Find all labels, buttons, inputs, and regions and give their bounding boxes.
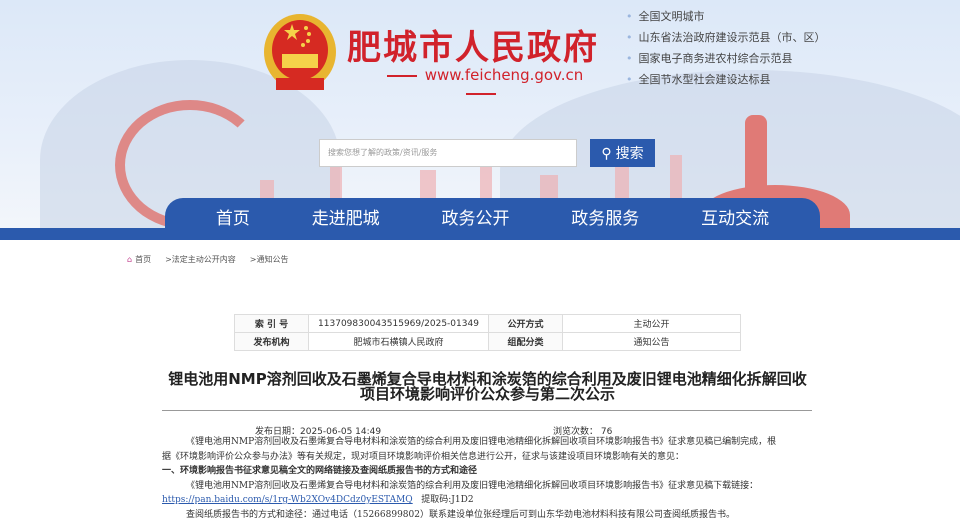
- nav-home[interactable]: 首页: [216, 198, 250, 240]
- breadcrumb-notices[interactable]: >通知公告: [250, 255, 289, 264]
- honor-item: 全国节水型社会建设达标县: [626, 72, 826, 93]
- title-line: 项目环境影响评价公众参与第二次公示: [359, 385, 615, 403]
- honor-item: 全国文明城市: [626, 9, 826, 30]
- search-button-label: 搜索: [615, 145, 644, 161]
- info-table: 索 引 号 11370983004351596​9/2025-01349 公开方…: [234, 314, 741, 351]
- search-icon: ⚲: [601, 145, 612, 161]
- title-divider: [162, 410, 812, 411]
- nav-government-affairs[interactable]: 政务公开: [441, 198, 509, 240]
- category-label: 组配分类: [488, 332, 563, 351]
- home-icon: ⌂: [127, 255, 133, 264]
- site-header: 肥城市人民政府 www.feicheng.gov.cn 全国文明城市 山东省法治…: [0, 0, 960, 240]
- site-title: 肥城市人民政府: [347, 28, 599, 68]
- article-title: 锂电池用NMP溶剂回收及石墨烯复合导电材料和涂炭箔的综合利用及废旧锂电池精细化拆…: [160, 372, 815, 402]
- index-value: 11370983004351596​9/2025-01349: [308, 314, 489, 333]
- article-body: 《锂电池用NMP溶剂回收及石墨烯复合导电材料和涂炭箔的综合利用及废旧锂电池精细化…: [162, 435, 822, 522]
- site-url: www.feicheng.gov.cn: [356, 66, 606, 102]
- breadcrumb-public-content[interactable]: >法定主动公开内容: [165, 255, 236, 264]
- index-label: 索 引 号: [234, 314, 309, 333]
- honor-item: 山东省法治政府建设示范县（市、区）: [626, 30, 826, 51]
- publisher-label: 发布机构: [234, 332, 309, 351]
- honor-item: 国家电子商务进农村综合示范县: [626, 51, 826, 72]
- statue-decoration: [745, 115, 767, 205]
- city-decoration: [260, 180, 274, 200]
- paragraph: 《锂电池用NMP溶剂回收及石墨烯复合导电材料和涂炭箔的综合利用及废旧锂电池精细化…: [186, 480, 759, 491]
- breadcrumb-home[interactable]: 首页: [135, 255, 151, 264]
- city-decoration: [420, 170, 436, 200]
- open-method-value: 主动公开: [562, 314, 741, 333]
- search-input[interactable]: 搜索您想了解的政策/资讯/服务: [319, 139, 577, 167]
- city-decoration: [540, 175, 558, 200]
- category-value: 通知公告: [562, 332, 741, 351]
- extraction-code: 提取码:J1D2: [421, 495, 474, 505]
- paragraph: 据《环境影响评价公众参与办法》等有关规定，现对项目环境影响评价相关信息进行公开，…: [162, 451, 685, 462]
- publisher-value: 肥城市石横镇人民政府: [308, 332, 489, 351]
- paragraph: 查阅纸质报告书的方式和途径：通过电话（15266899802）联系建设单位张经理…: [186, 509, 735, 520]
- nav-interaction[interactable]: 互动交流: [701, 198, 769, 240]
- honors-list: 全国文明城市 山东省法治政府建设示范县（市、区） 国家电子商务进农村综合示范县 …: [626, 9, 826, 93]
- city-decoration: [670, 155, 682, 200]
- nav-about-feicheng[interactable]: 走进肥城: [312, 198, 380, 240]
- breadcrumb: ⌂ 首页 >法定主动公开内容 >通知公告: [127, 254, 302, 265]
- open-method-label: 公开方式: [488, 314, 563, 333]
- paragraph: 《锂电池用NMP溶剂回收及石墨烯复合导电材料和涂炭箔的综合利用及废旧锂电池精细化…: [186, 437, 777, 447]
- national-emblem-icon: [264, 14, 336, 90]
- city-decoration: [615, 165, 629, 200]
- search-button[interactable]: ⚲ 搜索: [590, 139, 655, 167]
- main-nav: 首页 走进肥城 政务公开 政务服务 互动交流: [165, 198, 820, 240]
- nav-government-services[interactable]: 政务服务: [571, 198, 639, 240]
- download-link[interactable]: https://pan.baidu.com/s/1rg-Wb2XOv4DCdz0…: [162, 495, 413, 505]
- section-heading: 一、环境影响报告书征求意见稿全文的网络链接及查阅纸质报告书的方式和途径: [162, 466, 478, 476]
